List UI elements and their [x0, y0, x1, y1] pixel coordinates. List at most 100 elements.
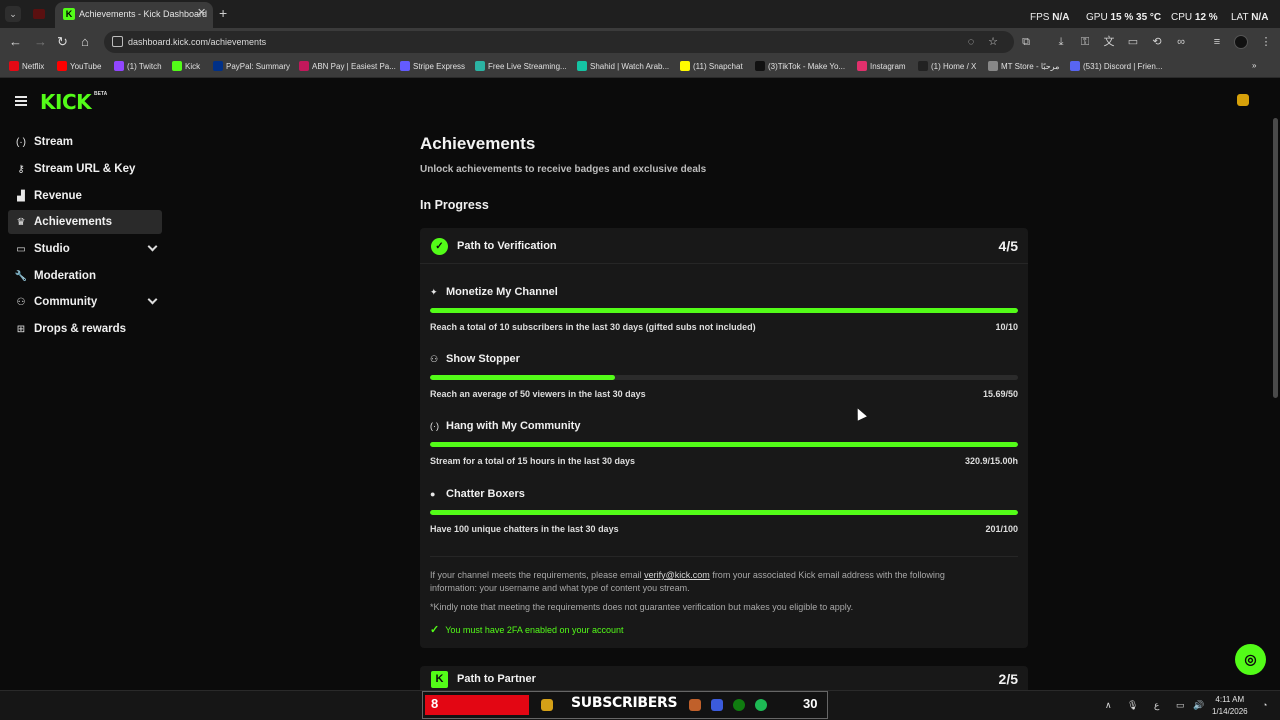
bookmarks-overflow-icon[interactable]: » [1252, 61, 1256, 70]
xbox-icon[interactable] [733, 699, 745, 711]
reload-icon[interactable]: ↻ [57, 34, 68, 50]
kick-logo[interactable]: KICK [40, 90, 92, 114]
bookmark-free-live-streaming[interactable]: Free Live Streaming... [475, 61, 567, 71]
bookmark-youtube[interactable]: YouTube [57, 61, 101, 71]
sidebar-item-stream[interactable]: (·) Stream [8, 130, 162, 154]
bookmark-x[interactable]: (1) Home / X [918, 61, 976, 71]
cpu-readout: CPU 12 % [1171, 12, 1218, 23]
download-icon[interactable]: ⤓ [1054, 35, 1068, 49]
spotify-icon[interactable] [755, 699, 767, 711]
language-indicator[interactable]: ع [1154, 700, 1159, 711]
tab-close-icon[interactable]: ✕ [197, 6, 206, 19]
site-info-icon[interactable] [112, 36, 123, 47]
subscribers-label: SUBSCRIBERS [571, 695, 678, 711]
sidebar-item-revenue[interactable]: ▟ Revenue [8, 184, 162, 208]
tab-title: Achievements - Kick Dashboard [79, 9, 208, 19]
bookmark-tiktok[interactable]: (3)TikTok - Make Yo... [755, 61, 845, 71]
tray-overflow-icon[interactable]: ∧ [1105, 700, 1112, 711]
sidebar-item-achievements[interactable]: ♛ Achievements [8, 210, 162, 234]
vpn-icon[interactable]: ⚿ [1078, 35, 1092, 49]
system-clock[interactable]: 4:11 AM 1/14/2026 [1212, 694, 1248, 718]
bookmark-discord[interactable]: (531) Discord | Frien... [1070, 61, 1162, 71]
file-explorer-icon[interactable] [541, 699, 553, 711]
sidebar-item-label: Revenue [34, 190, 82, 202]
bookmark-paypal[interactable]: PayPal: Summary [213, 61, 290, 71]
bookmark-star-icon[interactable]: ☆ [986, 35, 1000, 49]
task-description: Have 100 unique chatters in the last 30 … [430, 524, 619, 534]
progress-fill [430, 375, 615, 380]
partner-card[interactable]: K Path to Partner 2/5 [420, 666, 1028, 690]
task-chatter-boxers: ● Chatter Boxers Have 100 unique chatter… [430, 488, 1018, 548]
bookmark-snapchat[interactable]: (11) Snapchat [680, 61, 743, 71]
sidebar-item-label: Drops & rewards [34, 323, 127, 335]
sidebar-item-community[interactable]: ⚇ Community [8, 290, 162, 314]
home-icon[interactable]: ⌂ [81, 34, 89, 49]
divider [430, 556, 1018, 557]
subscribers-overlay-widget: 8 SUBSCRIBERS 30 [422, 691, 828, 719]
kick-dashboard: KICK BETA (·) Stream ⚷ Stream URL & Key … [0, 78, 1280, 690]
bookmark-netflix[interactable]: Netflix [9, 61, 44, 71]
subscribers-goal: 30 [803, 696, 818, 711]
task-value: 15.69/50 [982, 389, 1018, 399]
new-tab-button[interactable]: + [219, 5, 227, 21]
menu-kebab-icon[interactable]: ⋮ [1259, 35, 1273, 49]
sidebar-item-drops-rewards[interactable]: ⊞ Drops & rewards [8, 317, 162, 341]
progress-fill [430, 510, 1018, 515]
task-title: Chatter Boxers [446, 488, 525, 500]
forward-icon[interactable]: → [34, 34, 47, 49]
page-scrollbar[interactable] [1273, 118, 1278, 398]
tab-search-button[interactable]: ⌄ [5, 6, 21, 22]
sidebar-item-stream-url-key[interactable]: ⚷ Stream URL & Key [8, 157, 162, 181]
trophy-icon: ♛ [16, 216, 26, 228]
kick-icon [172, 61, 182, 71]
app-icon[interactable] [689, 699, 701, 711]
page-subtitle: Unlock achievements to receive badges an… [420, 164, 707, 175]
wallet-icon[interactable]: ▭ [1126, 35, 1140, 49]
chevron-down-icon[interactable] [147, 294, 158, 305]
pinned-tab-icon [33, 9, 45, 19]
bookmark-abn-pay[interactable]: ABN Pay | Easiest Pa... [299, 61, 396, 71]
globe-icon [988, 61, 998, 71]
verification-card-header[interactable]: ✓ Path to Verification 4/5 [420, 228, 1028, 264]
bookmark-stripe[interactable]: Stripe Express [400, 61, 465, 71]
active-tab[interactable]: K Achievements - Kick Dashboard ✕ [55, 2, 213, 28]
profile-avatar-icon[interactable] [1234, 35, 1248, 49]
chevron-down-icon[interactable] [147, 241, 158, 252]
link-icon[interactable]: ∞ [1174, 35, 1188, 49]
bookmark-instagram[interactable]: Instagram [857, 61, 906, 71]
support-chat-button[interactable]: ◎ [1235, 644, 1266, 675]
extensions-icon[interactable]: ⧉ [1019, 35, 1033, 49]
address-bar[interactable]: dashboard.kick.com/achievements ◌ ☆ [104, 31, 1014, 53]
twitch-icon [114, 61, 124, 71]
bookmark-shahid[interactable]: Shahid | Watch Arab... [577, 61, 669, 71]
back-icon[interactable]: ← [9, 34, 22, 49]
translate-icon[interactable]: 文 [1102, 35, 1116, 49]
gpu-readout: GPU 15 % 35 °C [1086, 12, 1162, 23]
verification-title: Path to Verification [457, 240, 557, 252]
sidebar-item-label: Stream URL & Key [34, 163, 136, 175]
task-value: 201/100 [985, 524, 1018, 534]
requirement-text: You must have 2FA enabled on your accoun… [445, 624, 624, 635]
browser-tab-bar: ⌄ K Achievements - Kick Dashboard ✕ + FP… [0, 0, 1280, 28]
app-icon-2[interactable] [711, 699, 723, 711]
eye-off-icon[interactable]: ◌ [964, 35, 978, 49]
signal-icon: (·) [430, 421, 439, 431]
pinned-tab[interactable] [30, 7, 48, 21]
bookmark-mt-store[interactable]: MT Store - مرحبًا [988, 61, 1059, 71]
notifications-icon[interactable]: ◔ [1262, 700, 1267, 710]
bookmark-kick[interactable]: Kick [172, 61, 200, 71]
verify-email-link[interactable]: verify@kick.com [644, 570, 710, 580]
network-icon[interactable]: ▭ [1176, 700, 1185, 711]
user-avatar[interactable] [1237, 94, 1249, 106]
task-description: Reach a total of 10 subscribers in the l… [430, 322, 756, 332]
hamburger-menu-icon[interactable] [15, 96, 27, 106]
sidebar-toggle-icon[interactable]: ≡ [1210, 35, 1224, 49]
volume-icon[interactable]: 🔊 [1193, 700, 1204, 711]
microphone-icon[interactable]: 🎙 [1127, 700, 1138, 711]
sidebar-item-moderation[interactable]: 🔧 Moderation [8, 264, 162, 288]
history-icon[interactable]: ⟲ [1150, 35, 1164, 49]
bookmark-twitch[interactable]: (1) Twitch [114, 61, 162, 71]
sidebar-item-studio[interactable]: ▭ Studio [8, 237, 162, 261]
task-value: 320.9/15.00h [964, 456, 1018, 466]
progress-bar [430, 442, 1018, 447]
